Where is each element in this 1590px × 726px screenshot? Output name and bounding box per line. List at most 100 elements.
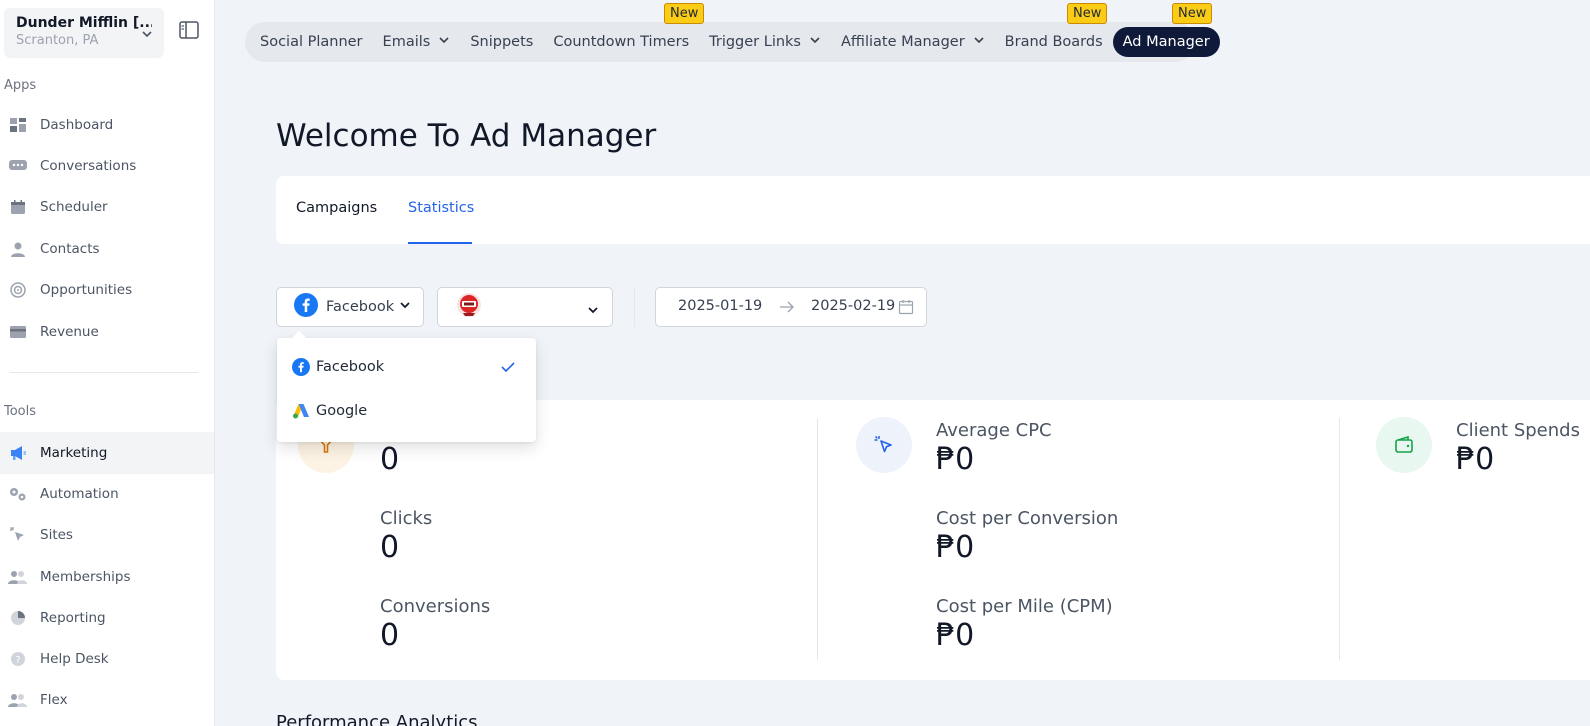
conversions-label: Conversions (380, 596, 491, 617)
sidebar-item-reporting[interactable]: Reporting (0, 597, 214, 639)
new-badge: New (1172, 3, 1213, 24)
tab-snippets[interactable]: Snippets (460, 27, 543, 57)
sidebar-item-help-desk[interactable]: ? Help Desk (0, 638, 214, 680)
chevron-down-icon (398, 298, 412, 316)
statistics-card: 0 Clicks 0 Conversions 0 Average CPC ₱0 … (276, 400, 1590, 680)
calendar-icon[interactable] (898, 299, 914, 319)
date-range-picker[interactable]: 2025-01-19 2025-02-19 (655, 287, 927, 327)
sidebar-item-scheduler[interactable]: Scheduler (0, 186, 214, 228)
sidebar-item-label: Help Desk (40, 651, 109, 667)
page-title: Welcome To Ad Manager (276, 118, 657, 154)
ad-account-logo-icon (456, 292, 482, 322)
sidebar-item-label: Marketing (40, 445, 108, 461)
pie-icon (8, 609, 28, 627)
tab-trigger-links[interactable]: Trigger Links (699, 27, 831, 57)
chevron-down-icon (586, 302, 600, 321)
date-start[interactable]: 2025-01-19 (678, 298, 762, 314)
sidebar-item-conversations[interactable]: Conversations (0, 145, 214, 187)
clicks-value: 0 (380, 530, 400, 565)
chat-icon (8, 157, 28, 175)
performance-analytics-heading: Performance Analytics (276, 712, 478, 726)
platform-select[interactable]: Facebook (276, 287, 424, 327)
sidebar-item-label: Contacts (40, 241, 100, 257)
tab-label: Brand Boards (1004, 34, 1103, 50)
cursor-click-icon (8, 526, 28, 544)
tab-emails[interactable]: Emails (373, 27, 461, 57)
platform-dropdown-menu: Facebook Google (277, 330, 536, 442)
google-ads-icon (292, 403, 310, 419)
tab-label: Countdown Timers (553, 34, 690, 50)
tab-label: Snippets (470, 34, 534, 50)
svg-text:?: ? (15, 655, 20, 666)
tab-label: Social Planner (260, 34, 363, 50)
tab-statistics[interactable]: Statistics (408, 200, 474, 216)
cpm-value: ₱0 (936, 618, 975, 653)
chevron-down-icon (973, 34, 985, 50)
platform-select-value: Facebook (326, 299, 395, 315)
sidebar-item-label: Dashboard (40, 117, 114, 133)
option-label: Facebook (316, 359, 385, 375)
sidebar-item-label: Opportunities (40, 282, 133, 298)
sidebar-item-memberships[interactable]: Memberships (0, 556, 214, 598)
sidebar-item-label: Memberships (40, 569, 131, 585)
cpm-label: Cost per Mile (CPM) (936, 596, 1113, 617)
tab-label: Affiliate Manager (841, 34, 965, 50)
active-tab-indicator (408, 242, 472, 244)
users-icon (8, 691, 28, 709)
sidebar-item-marketing[interactable]: Marketing (0, 432, 214, 474)
location-switcher[interactable]: Dunder Mifflin [... Scranton, PA (4, 8, 164, 58)
option-label: Google (316, 403, 368, 419)
sidebar-item-label: Conversations (40, 158, 137, 174)
users-icon (8, 568, 28, 586)
dashboard-icon (8, 116, 28, 134)
tab-social-planner[interactable]: Social Planner (250, 27, 373, 57)
tab-brand-boards[interactable]: Brand Boards (995, 27, 1113, 57)
sidebar-item-automation[interactable]: Automation (0, 473, 214, 515)
tab-label: Trigger Links (709, 34, 801, 50)
impressions-value: 0 (380, 442, 400, 477)
avg-cpc-label: Average CPC (936, 420, 1052, 441)
chevron-down-icon (140, 26, 154, 45)
location-address: Scranton, PA (16, 33, 99, 48)
sidebar-item-label: Flex (40, 692, 68, 708)
sidebar-item-contacts[interactable]: Contacts (0, 228, 214, 270)
conversions-value: 0 (380, 618, 400, 653)
sidebar-item-flex[interactable]: Flex (0, 679, 214, 721)
sidebar-item-label: Reporting (40, 610, 106, 626)
facebook-icon (292, 358, 310, 376)
filter-separator (634, 287, 635, 327)
apps-section-label: Apps (4, 78, 37, 93)
sidebar-item-opportunities[interactable]: Opportunities (0, 269, 214, 311)
sidebar-item-label: Automation (40, 486, 119, 502)
column-divider (1339, 418, 1340, 660)
view-tabs: Campaigns Statistics (276, 176, 1590, 244)
platform-option-facebook[interactable]: Facebook (277, 347, 536, 387)
sidebar-toggle-icon[interactable] (178, 20, 200, 40)
tab-affiliate-manager[interactable]: Affiliate Manager (831, 27, 995, 57)
cost-per-conversion-value: ₱0 (936, 530, 975, 565)
card-icon (8, 323, 28, 341)
cost-per-conversion-label: Cost per Conversion (936, 508, 1119, 529)
sidebar-item-revenue[interactable]: Revenue (0, 311, 214, 353)
help-icon: ? (8, 650, 28, 668)
tab-label: Emails (382, 34, 431, 50)
person-icon (8, 240, 28, 258)
target-icon (8, 281, 28, 299)
date-end[interactable]: 2025-02-19 (811, 298, 895, 314)
cursor-click-icon (856, 417, 912, 473)
tab-ad-manager[interactable]: Ad Manager (1112, 27, 1220, 57)
ad-account-select[interactable] (437, 287, 613, 327)
tab-campaigns[interactable]: Campaigns (296, 200, 377, 216)
calendar-icon (8, 198, 28, 216)
check-icon (500, 359, 516, 379)
arrow-right-icon (779, 300, 795, 318)
wallet-icon (1376, 417, 1432, 473)
sidebar-item-sites[interactable]: Sites (0, 514, 214, 556)
client-spends-label: Client Spends (1456, 420, 1580, 441)
platform-option-google[interactable]: Google (277, 391, 536, 431)
column-divider (817, 418, 818, 660)
avg-cpc-value: ₱0 (936, 442, 975, 477)
sidebar-item-dashboard[interactable]: Dashboard (0, 104, 214, 146)
tab-countdown-timers[interactable]: Countdown Timers (543, 27, 699, 57)
megaphone-icon (8, 444, 28, 462)
